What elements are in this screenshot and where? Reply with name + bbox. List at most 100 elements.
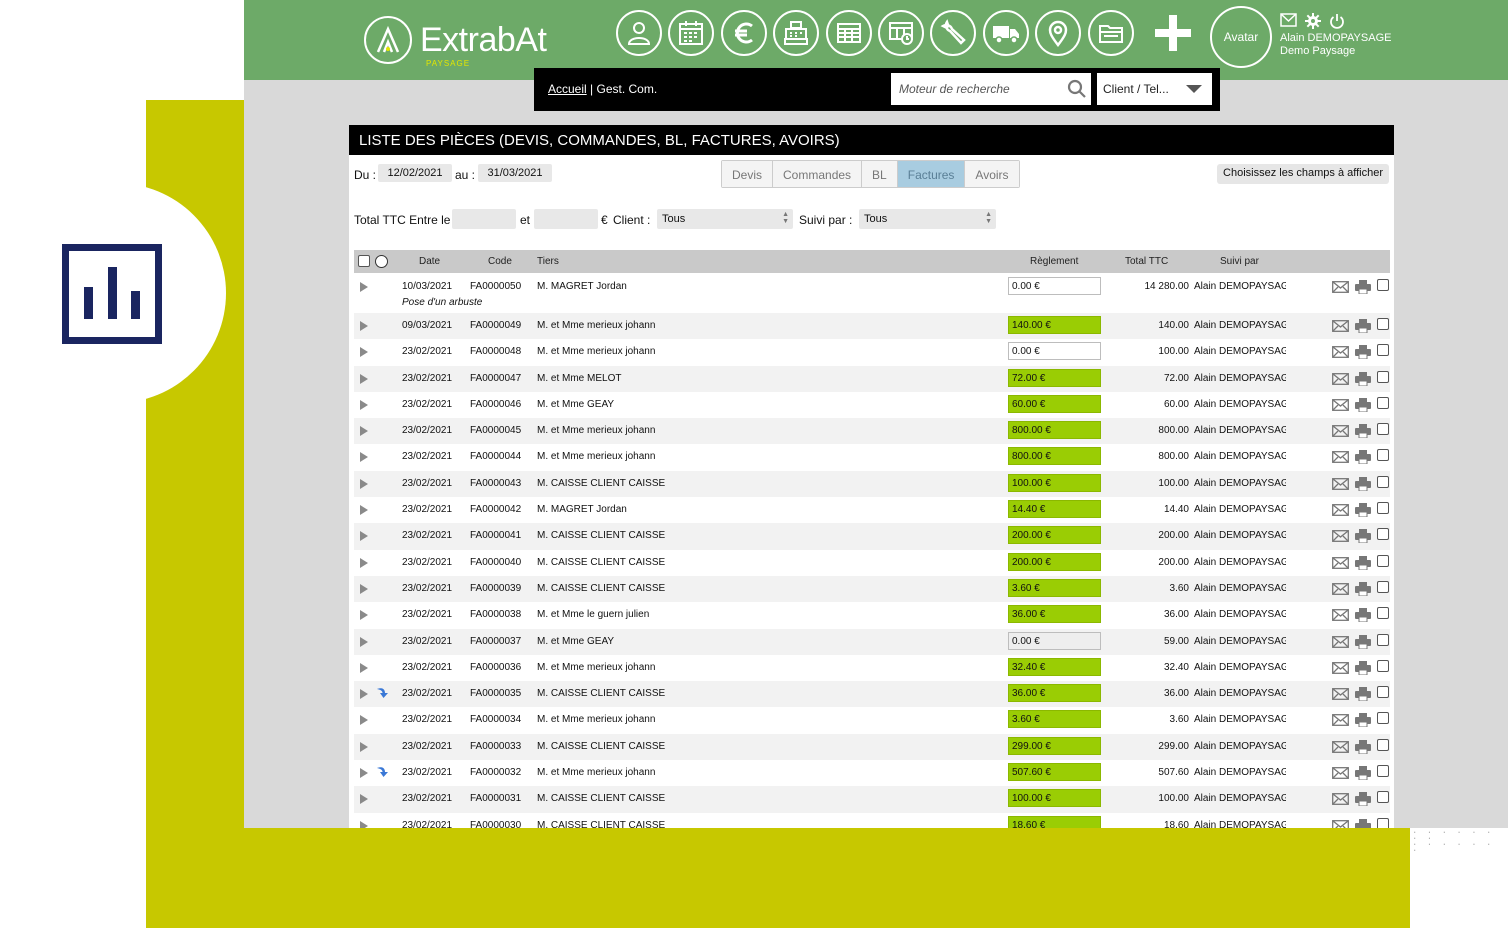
cell-code[interactable]: FA0000041: [470, 530, 521, 541]
print-icon[interactable]: [1355, 371, 1371, 389]
cell-code[interactable]: FA0000042: [470, 504, 521, 515]
spreadsheet-icon[interactable]: [825, 10, 872, 56]
row-checkbox[interactable]: [1377, 344, 1389, 357]
cell-code[interactable]: FA0000032: [470, 767, 521, 778]
row-checkbox[interactable]: [1377, 502, 1389, 515]
send-mail-icon[interactable]: [1332, 346, 1349, 361]
table-row[interactable]: 23/02/2021 FA0000047 M. et Mme MELOT 72.00 …: [354, 365, 1390, 392]
payment-field[interactable]: 14.40 €: [1008, 500, 1101, 519]
cell-tiers[interactable]: M. MAGRET Jordan: [537, 281, 627, 292]
select-all-checkbox[interactable]: [358, 255, 370, 267]
print-icon[interactable]: [1355, 766, 1371, 783]
send-mail-icon[interactable]: [1332, 583, 1349, 598]
row-checkbox[interactable]: [1377, 279, 1389, 291]
cell-code[interactable]: FA0000043: [470, 478, 521, 489]
row-checkbox[interactable]: [1377, 528, 1389, 541]
expand-row-icon[interactable]: [360, 505, 368, 516]
send-mail-icon[interactable]: [1332, 425, 1349, 440]
table-row[interactable]: 23/02/2021 FA0000031 M. CAISSE CLIENT CAIS…: [354, 786, 1390, 813]
col-reglement[interactable]: Règlement: [1030, 256, 1078, 267]
send-mail-icon[interactable]: [1332, 477, 1349, 493]
col-total[interactable]: Total TTC: [1125, 256, 1168, 267]
table-row[interactable]: 23/02/2021 FA0000035 M. CAISSE CLIENT CAIS…: [354, 681, 1390, 708]
row-checkbox[interactable]: [1377, 659, 1389, 672]
cell-code[interactable]: FA0000039: [470, 583, 521, 594]
cell-tiers[interactable]: M. et Mme GEAY: [537, 636, 614, 647]
send-mail-icon[interactable]: [1332, 661, 1349, 677]
select-all-radio[interactable]: [375, 255, 388, 268]
calendar-icon[interactable]: [668, 10, 715, 56]
cell-code[interactable]: FA0000044: [470, 451, 521, 462]
send-mail-icon[interactable]: [1332, 372, 1349, 388]
row-checkbox[interactable]: [1377, 449, 1389, 462]
payment-field[interactable]: 36.00 €: [1008, 605, 1101, 624]
table-row[interactable]: 23/02/2021 FA0000032 M. et Mme merieux joh…: [354, 760, 1390, 786]
payment-field[interactable]: 3.60 €: [1008, 578, 1101, 597]
cell-tiers[interactable]: M. CAISSE CLIENT CAISSE: [537, 583, 665, 594]
send-mail-icon[interactable]: [1332, 320, 1349, 335]
choose-fields-button[interactable]: Choisissez les champs à afficher: [1217, 164, 1389, 184]
row-checkbox[interactable]: [1377, 791, 1389, 804]
print-icon[interactable]: [1355, 634, 1371, 652]
cell-code[interactable]: FA0000040: [470, 557, 521, 568]
expand-row-icon[interactable]: [360, 478, 368, 489]
cell-code[interactable]: FA0000033: [470, 741, 521, 752]
cell-code[interactable]: FA0000045: [470, 425, 521, 436]
expand-row-icon[interactable]: [360, 399, 368, 410]
cell-tiers[interactable]: M. CAISSE CLIENT CAISSE: [537, 741, 665, 752]
cell-tiers[interactable]: M. CAISSE CLIENT CAISSE: [537, 793, 665, 804]
print-icon[interactable]: [1355, 397, 1371, 415]
expand-row-icon[interactable]: [360, 741, 368, 752]
cell-code[interactable]: FA0000047: [470, 373, 521, 384]
table-row[interactable]: 23/02/2021 FA0000040 M. CAISSE CLIENT CAIS…: [354, 550, 1390, 576]
table-row[interactable]: 23/02/2021 FA0000030 M. CAISSE CLIENT CAIS…: [354, 813, 1390, 828]
print-icon[interactable]: [1355, 608, 1371, 625]
tab-bl[interactable]: BL: [862, 161, 898, 187]
cell-code[interactable]: FA0000037: [470, 636, 521, 647]
payment-field[interactable]: 507.60 €: [1008, 763, 1101, 782]
cell-tiers[interactable]: M. et Mme merieux johann: [537, 714, 655, 725]
send-mail-icon[interactable]: [1332, 740, 1349, 756]
send-mail-icon[interactable]: [1332, 451, 1349, 466]
send-mail-icon[interactable]: [1332, 714, 1349, 729]
payment-field[interactable]: 100.00 €: [1008, 789, 1101, 808]
row-checkbox[interactable]: [1377, 607, 1389, 620]
date-from-input[interactable]: 12/02/2021: [378, 164, 452, 182]
print-icon[interactable]: [1355, 503, 1371, 520]
folder-icon[interactable]: [1087, 10, 1134, 56]
cell-tiers[interactable]: M. et Mme le guern julien: [537, 609, 649, 620]
print-icon[interactable]: [1355, 739, 1371, 757]
cell-code[interactable]: FA0000036: [470, 662, 521, 673]
cell-code[interactable]: FA0000048: [470, 346, 521, 357]
mail-icon[interactable]: [1280, 13, 1297, 27]
cell-tiers[interactable]: M. CAISSE CLIENT CAISSE: [537, 820, 665, 828]
send-mail-icon[interactable]: [1332, 819, 1349, 828]
row-checkbox[interactable]: [1377, 738, 1389, 751]
transfer-arrow-icon[interactable]: [375, 765, 389, 782]
expand-row-icon[interactable]: [360, 321, 368, 331]
cell-tiers[interactable]: M. et Mme merieux johann: [537, 425, 655, 436]
table-row[interactable]: 10/03/2021 FA0000050 M. MAGRET Jordan Pose …: [354, 274, 1390, 313]
print-icon[interactable]: [1355, 345, 1371, 362]
payment-field[interactable]: 0.00 €: [1008, 342, 1101, 361]
cash-register-icon[interactable]: [773, 10, 820, 56]
cell-code[interactable]: FA0000049: [470, 320, 521, 331]
send-mail-icon[interactable]: [1332, 609, 1349, 624]
payment-field[interactable]: 800.00 €: [1008, 421, 1101, 440]
row-checkbox[interactable]: [1377, 396, 1389, 409]
payment-field[interactable]: 72.00 €: [1008, 368, 1101, 387]
tab-avoirs[interactable]: Avoirs: [965, 161, 1019, 187]
wrench-icon[interactable]: [930, 10, 977, 56]
cell-tiers[interactable]: M. et Mme GEAY: [537, 399, 614, 410]
print-icon[interactable]: [1355, 687, 1371, 704]
cell-code[interactable]: FA0000030: [470, 820, 521, 828]
expand-row-icon[interactable]: [360, 662, 368, 673]
cell-code[interactable]: FA0000046: [470, 399, 521, 410]
search-icon[interactable]: [1067, 79, 1087, 99]
payment-field[interactable]: 0.00 €: [1008, 277, 1101, 295]
cell-tiers[interactable]: M. et Mme MELOT: [537, 373, 621, 384]
gear-icon[interactable]: [1305, 13, 1321, 29]
expand-row-icon[interactable]: [360, 583, 368, 594]
table-row[interactable]: 23/02/2021 FA0000045 M. et Mme merieux joh…: [354, 418, 1390, 445]
truck-icon[interactable]: [982, 10, 1029, 56]
